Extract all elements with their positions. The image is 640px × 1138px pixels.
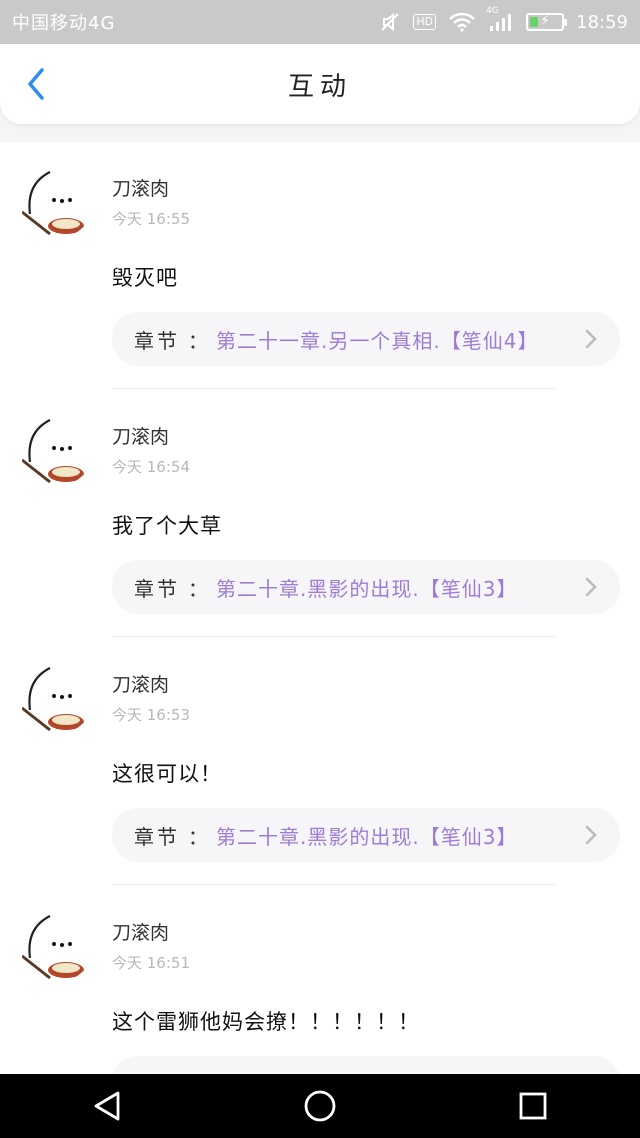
chapter-label: 章节	[134, 328, 180, 353]
comment-author: 刀滚肉	[112, 178, 170, 200]
chevron-right-icon	[585, 577, 597, 597]
comment-time: 今天 16:55	[112, 210, 190, 228]
header-bar: 互动	[0, 44, 640, 124]
network-badge: 4G	[486, 6, 499, 16]
nav-home-icon	[304, 1090, 336, 1122]
divider	[112, 388, 556, 389]
nav-back-button[interactable]	[77, 1076, 137, 1136]
chapter-label: 章节	[134, 824, 180, 849]
comment-author: 刀滚肉	[112, 426, 170, 448]
wifi-icon	[448, 12, 476, 32]
chapter-colon: ：	[188, 328, 208, 353]
clock: 18:59	[576, 11, 628, 33]
chevron-right-icon	[585, 329, 597, 349]
chapter-title: 第二十章.黑影的出现.【笔仙3】	[216, 576, 518, 601]
avatar[interactable]	[20, 908, 94, 982]
comment-item: 刀滚肉 今天 16:55 毁灭吧 章节 ： 第二十一章.另一个真相.【笔仙4】	[0, 142, 640, 390]
status-icons: HD 4G ⚡ 18:59	[379, 6, 628, 33]
comment-text: 毁灭吧	[112, 266, 178, 290]
hd-icon: HD	[413, 14, 437, 30]
battery-icon: ⚡	[526, 13, 568, 31]
chapter-title: 第二十章.黑影的出现.【笔仙3】	[216, 824, 518, 849]
back-button[interactable]	[16, 64, 56, 104]
comment-time: 今天 16:53	[112, 706, 190, 724]
carrier-label: 中国移动4G	[12, 13, 116, 34]
comment-author: 刀滚肉	[112, 922, 170, 944]
comment-text: 这个雷狮他妈会撩！！！！！！	[112, 1010, 420, 1034]
status-bar: 中国移动4G HD 4G ⚡ 18:59	[0, 0, 640, 44]
mute-icon	[379, 11, 401, 33]
chapter-title: 第二十一章.另一个真相.【笔仙4】	[216, 328, 539, 353]
chapter-link[interactable]: 章节 ：	[112, 1056, 620, 1074]
comment-item: 刀滚肉 今天 16:51 这个雷狮他妈会撩！！！！！！ 章节 ：	[0, 886, 640, 1074]
system-nav-bar	[0, 1074, 640, 1138]
divider	[112, 884, 556, 885]
comment-text: 这很可以！	[112, 762, 222, 786]
nav-recent-icon	[519, 1092, 547, 1120]
avatar[interactable]	[20, 660, 94, 734]
chapter-label: 章节	[134, 576, 180, 601]
avatar[interactable]	[20, 412, 94, 486]
nav-back-icon	[94, 1091, 120, 1121]
divider	[112, 636, 556, 637]
chapter-link[interactable]: 章节 ： 第二十一章.另一个真相.【笔仙4】	[112, 312, 620, 366]
comment-text: 我了个大草	[112, 514, 222, 538]
avatar[interactable]	[20, 164, 94, 238]
chapter-colon: ：	[188, 576, 208, 601]
nav-recent-button[interactable]	[503, 1076, 563, 1136]
page-title: 互动	[287, 71, 352, 102]
chapter-link[interactable]: 章节 ： 第二十章.黑影的出现.【笔仙3】	[112, 808, 620, 862]
chapter-link[interactable]: 章节 ： 第二十章.黑影的出现.【笔仙3】	[112, 560, 620, 614]
comment-time: 今天 16:51	[112, 954, 190, 972]
chapter-colon: ：	[188, 824, 208, 849]
comment-author: 刀滚肉	[112, 674, 170, 696]
nav-home-button[interactable]	[290, 1076, 350, 1136]
comment-item: 刀滚肉 今天 16:53 这很可以！ 章节 ： 第二十章.黑影的出现.【笔仙3】	[0, 638, 640, 886]
back-arrow-icon	[28, 68, 44, 100]
signal-icon: 4G	[486, 6, 514, 32]
comment-item: 刀滚肉 今天 16:54 我了个大草 章节 ： 第二十章.黑影的出现.【笔仙3】	[0, 390, 640, 638]
comment-time: 今天 16:54	[112, 458, 190, 476]
chevron-right-icon	[585, 825, 597, 845]
comment-list[interactable]: 刀滚肉 今天 16:55 毁灭吧 章节 ： 第二十一章.另一个真相.【笔仙4】 …	[0, 142, 640, 1074]
